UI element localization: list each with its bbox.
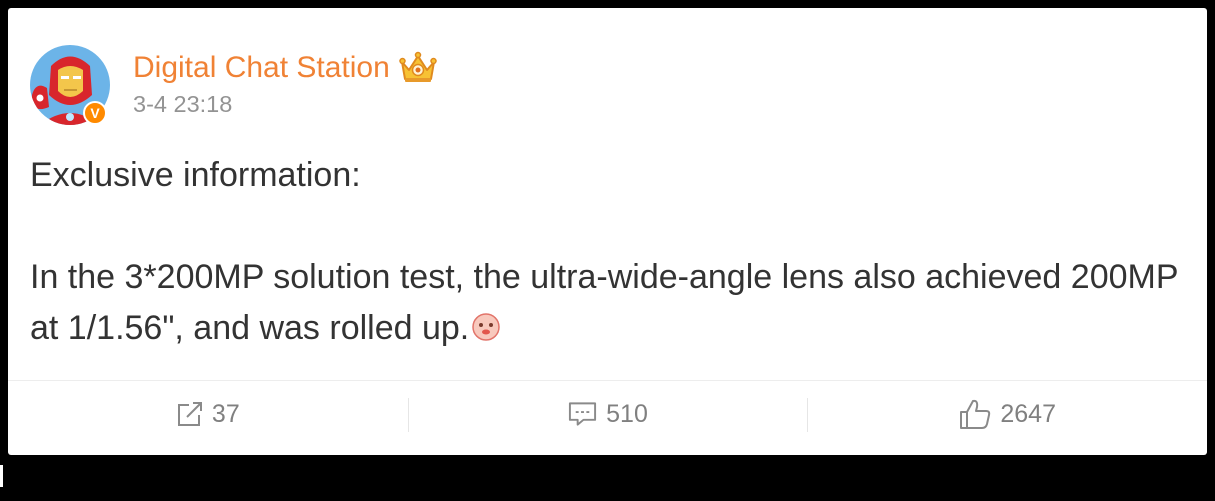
like-count: 2647 bbox=[1000, 400, 1056, 428]
edge-mark bbox=[0, 465, 3, 487]
crown-icon bbox=[398, 50, 438, 86]
comment-icon bbox=[567, 400, 598, 428]
author-name[interactable]: Digital Chat Station bbox=[133, 50, 390, 86]
like-button[interactable]: 2647 bbox=[807, 381, 1207, 447]
repost-count: 37 bbox=[211, 400, 240, 428]
weibo-post-card: V Digital Chat Station 3-4 23:18 Exclusi… bbox=[8, 8, 1207, 455]
verified-badge: V bbox=[83, 101, 107, 125]
comment-count: 510 bbox=[606, 400, 648, 428]
post-paragraph: In the 3*200MP solution test, the ultra-… bbox=[30, 252, 1198, 354]
post-paragraph-text: In the 3*200MP solution test, the ultra-… bbox=[30, 258, 1178, 347]
post-body: Exclusive information: In the 3*200MP so… bbox=[30, 150, 1198, 354]
author-avatar[interactable]: V bbox=[30, 45, 110, 125]
action-bar: 37 510 2647 bbox=[8, 381, 1207, 447]
share-icon bbox=[176, 400, 204, 428]
like-icon bbox=[958, 398, 992, 430]
author-header: Digital Chat Station bbox=[133, 50, 438, 86]
pink-face-emoji-icon bbox=[471, 312, 501, 342]
post-heading: Exclusive information: bbox=[30, 156, 361, 194]
repost-button[interactable]: 37 bbox=[8, 381, 408, 447]
comment-button[interactable]: 510 bbox=[407, 381, 808, 447]
post-timestamp[interactable]: 3-4 23:18 bbox=[133, 90, 232, 118]
